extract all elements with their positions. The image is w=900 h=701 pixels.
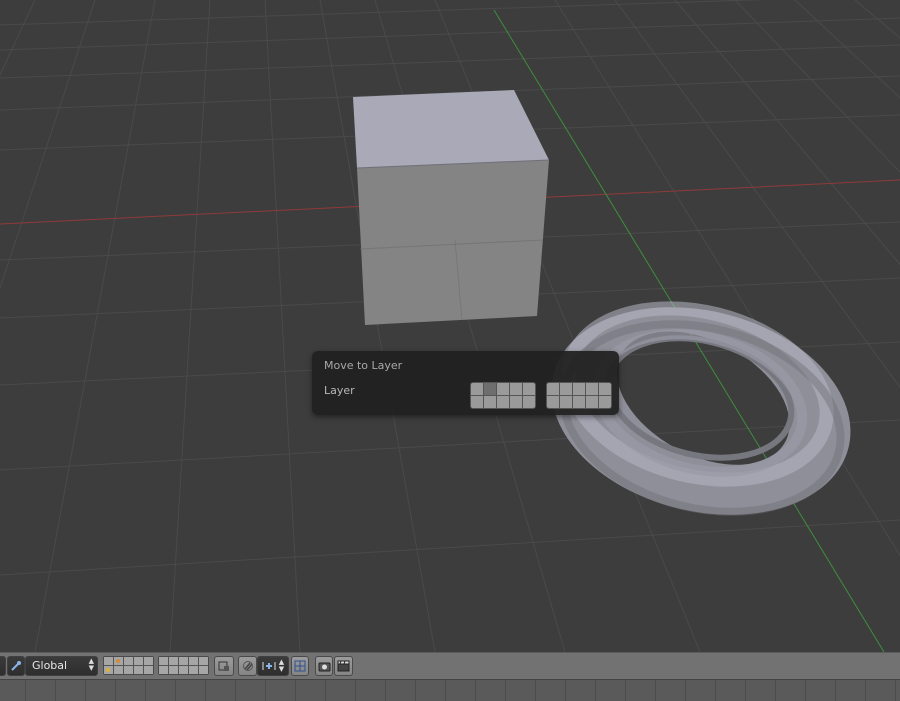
layer-11-button[interactable] xyxy=(471,396,483,408)
header-layer-8[interactable] xyxy=(179,657,188,665)
layer-20-button[interactable] xyxy=(599,396,611,408)
layer-label: Layer xyxy=(324,384,355,397)
updown-arrows-icon: ▲ ▼ xyxy=(88,657,94,672)
pivot-icon xyxy=(11,661,21,671)
render-animation-button[interactable] xyxy=(334,656,353,676)
header-layer-18[interactable] xyxy=(179,666,188,674)
layer-6-button[interactable] xyxy=(547,383,559,395)
cube-mesh[interactable] xyxy=(353,90,550,325)
header-layer-5[interactable] xyxy=(144,657,153,665)
header-layer-12[interactable] xyxy=(114,666,123,674)
header-layer-10[interactable] xyxy=(199,657,208,665)
move-to-layer-popup: Move to Layer Layer xyxy=(312,351,619,415)
layer-1-button[interactable] xyxy=(471,383,483,395)
layer-7-button[interactable] xyxy=(560,383,572,395)
snap-element-icon xyxy=(262,662,276,670)
popup-title: Move to Layer xyxy=(324,359,403,372)
layer-18-button[interactable] xyxy=(573,396,585,408)
layer-3-button[interactable] xyxy=(497,383,509,395)
pivot-button[interactable] xyxy=(7,656,25,676)
layer-9-button[interactable] xyxy=(586,383,598,395)
layer-15-button[interactable] xyxy=(523,396,535,408)
lock-camera-icon xyxy=(218,661,229,671)
layer-14-button[interactable] xyxy=(510,396,522,408)
layer-2-button[interactable] xyxy=(484,383,496,395)
header-layer-1[interactable] xyxy=(104,657,113,665)
header-layer-19[interactable] xyxy=(189,666,198,674)
lock-camera-button[interactable] xyxy=(214,656,234,676)
overlay-toggle-button[interactable] xyxy=(291,656,309,676)
header-layer-16[interactable] xyxy=(159,666,168,674)
snap-magnet-icon xyxy=(242,661,253,671)
updown-arrows-icon: ▲ ▼ xyxy=(278,658,285,673)
header-layers-grid-a xyxy=(103,656,154,675)
layer-16-button[interactable] xyxy=(547,396,559,408)
viewport-header: Global ▲ ▼ ▲ ▼ xyxy=(0,652,900,679)
layer-grid-second-block xyxy=(546,382,612,409)
header-layer-4[interactable] xyxy=(134,657,143,665)
layer-19-button[interactable] xyxy=(586,396,598,408)
layer-grid-first-block xyxy=(470,382,536,409)
header-layer-2[interactable] xyxy=(114,657,123,665)
header-layer-17[interactable] xyxy=(169,666,178,674)
header-layer-15[interactable] xyxy=(144,666,153,674)
overlay-icon xyxy=(294,660,306,672)
scene-canvas[interactable] xyxy=(0,0,900,652)
clapboard-icon xyxy=(337,660,350,672)
header-layer-20[interactable] xyxy=(199,666,208,674)
header-layer-3[interactable] xyxy=(124,657,133,665)
timeline-ruler[interactable] xyxy=(0,679,900,701)
header-layer-14[interactable] xyxy=(134,666,143,674)
snap-toggle-button[interactable] xyxy=(238,656,257,676)
header-layers-grid-b xyxy=(158,656,209,675)
header-layer-11[interactable] xyxy=(104,666,113,674)
transform-orientation-dropdown[interactable]: Global ▲ ▼ xyxy=(25,656,98,676)
layer-5-button[interactable] xyxy=(523,383,535,395)
layer-4-button[interactable] xyxy=(510,383,522,395)
layer-10-button[interactable] xyxy=(599,383,611,395)
3d-viewport[interactable]: Move to Layer Layer xyxy=(0,0,900,652)
render-image-button[interactable] xyxy=(315,656,333,676)
header-layer-9[interactable] xyxy=(189,657,198,665)
header-layer-13[interactable] xyxy=(124,666,133,674)
header-layer-6[interactable] xyxy=(159,657,168,665)
layer-13-button[interactable] xyxy=(497,396,509,408)
orientation-value: Global xyxy=(32,659,68,672)
snap-element-dropdown[interactable]: ▲ ▼ xyxy=(257,656,289,676)
layer-17-button[interactable] xyxy=(560,396,572,408)
layer-12-button[interactable] xyxy=(484,396,496,408)
layer-8-button[interactable] xyxy=(573,383,585,395)
header-layer-7[interactable] xyxy=(169,657,178,665)
render-camera-icon xyxy=(318,662,330,672)
menu-edge-button[interactable] xyxy=(0,656,6,676)
